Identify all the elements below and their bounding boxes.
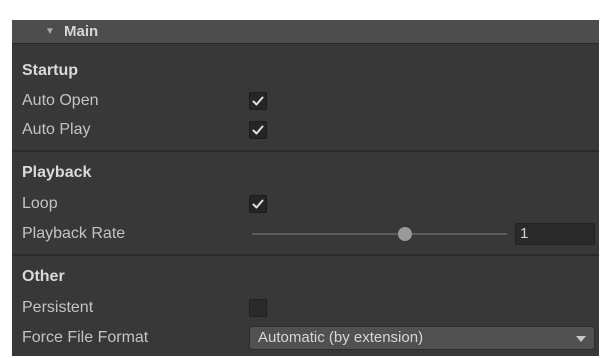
main-foldout-header[interactable]: ▼ Main [12, 20, 599, 44]
triangle-down-icon: ▼ [45, 26, 55, 37]
section-label-playback: Playback [22, 164, 92, 181]
playback-rate-slider-thumb[interactable] [398, 227, 412, 241]
auto-play-row: Auto Play [12, 117, 599, 143]
section-label-startup: Startup [22, 62, 78, 79]
persistent-label: Persistent [22, 299, 94, 316]
section-playback: Playback [12, 160, 599, 186]
checkmark-icon [252, 125, 264, 135]
auto-open-label: Auto Open [22, 92, 99, 109]
playback-rate-row: Playback Rate 1 [12, 221, 599, 247]
force-file-format-dropdown[interactable]: Automatic (by extension) [249, 326, 595, 350]
playback-rate-slider-track[interactable] [252, 233, 507, 235]
auto-play-label: Auto Play [22, 121, 91, 138]
auto-play-checkbox[interactable] [249, 121, 267, 139]
checkmark-icon [252, 96, 264, 106]
loop-checkbox[interactable] [249, 195, 267, 213]
inspector-panel: ▼ Main Startup Auto Open Auto Play Playb… [12, 20, 599, 356]
section-divider [12, 254, 599, 256]
checkmark-icon [252, 199, 264, 209]
persistent-row: Persistent [12, 295, 599, 321]
persistent-checkbox[interactable] [249, 299, 267, 317]
auto-open-row: Auto Open [12, 88, 599, 114]
dropdown-arrow-icon [576, 336, 586, 342]
playback-rate-label: Playback Rate [22, 225, 126, 242]
auto-open-checkbox[interactable] [249, 92, 267, 110]
loop-label: Loop [22, 195, 58, 212]
section-divider [12, 150, 599, 152]
section-label-other: Other [22, 268, 65, 285]
dropdown-selected-value: Automatic (by extension) [258, 329, 424, 346]
foldout-title: Main [64, 23, 99, 40]
section-startup: Startup [12, 58, 599, 84]
force-file-format-label: Force File Format [22, 329, 149, 346]
loop-row: Loop [12, 191, 599, 217]
playback-rate-input[interactable]: 1 [515, 223, 595, 245]
section-other: Other [12, 264, 599, 290]
force-file-format-row: Force File Format Automatic (by extensio… [12, 325, 599, 351]
